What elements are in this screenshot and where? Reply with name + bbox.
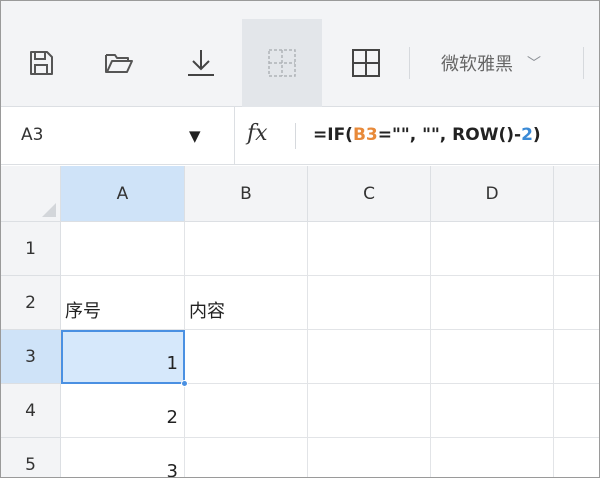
select-all-corner[interactable] xyxy=(1,166,61,222)
column-header-c[interactable]: C xyxy=(308,166,431,222)
all-borders-button[interactable] xyxy=(326,19,406,107)
border-all-icon xyxy=(352,49,380,77)
toolbar: 微软雅黑 ﹀ xyxy=(1,1,599,107)
cell-c1[interactable] xyxy=(308,222,431,276)
download-icon xyxy=(188,50,214,76)
row-header-5[interactable]: 5 xyxy=(1,438,61,477)
border-none-icon xyxy=(268,49,296,77)
cell-a2[interactable]: 序号 xyxy=(61,276,185,330)
formula-text: ) xyxy=(532,125,541,145)
chevron-down-icon: ﹀ xyxy=(527,56,541,72)
column-header-a[interactable]: A xyxy=(61,166,185,222)
formula-text: =IF( xyxy=(313,125,353,145)
open-button[interactable] xyxy=(79,19,159,107)
cell-a3[interactable]: 1 xyxy=(61,330,185,384)
cell-d4[interactable] xyxy=(431,384,554,438)
cell-c2[interactable] xyxy=(308,276,431,330)
formula-number: 2 xyxy=(521,125,533,145)
save-icon xyxy=(30,51,53,75)
cell-b1[interactable] xyxy=(185,222,308,276)
cell-reference: A3 xyxy=(21,125,44,145)
folder-open-icon xyxy=(105,54,133,73)
cell-b4[interactable] xyxy=(185,384,308,438)
font-family-select[interactable]: 微软雅黑 ﹀ xyxy=(425,19,581,107)
cell-e5[interactable] xyxy=(554,438,599,477)
cell-a1[interactable] xyxy=(61,222,185,276)
spreadsheet-window: 微软雅黑 ﹀ A3 ▼ fx =IF(B3="", "", ROW()-2) A… xyxy=(0,0,600,478)
toolbar-separator xyxy=(409,47,410,79)
cell-e2[interactable] xyxy=(554,276,599,330)
cell-c4[interactable] xyxy=(308,384,431,438)
cell-e1[interactable] xyxy=(554,222,599,276)
formula-cell-ref: B3 xyxy=(352,125,378,145)
font-family-value: 微软雅黑 xyxy=(441,54,513,75)
fill-handle[interactable] xyxy=(181,380,188,387)
download-button[interactable] xyxy=(161,19,241,107)
cell-e4[interactable] xyxy=(554,384,599,438)
cell-d5[interactable] xyxy=(431,438,554,477)
formula-separator xyxy=(295,123,296,149)
toolbar-separator xyxy=(583,47,584,79)
sheet-grid: A B C D 1 2 3 4 5 序号 内容 1 2 3 xyxy=(1,166,599,477)
fx-icon[interactable]: fx xyxy=(247,121,268,146)
column-header-e[interactable] xyxy=(554,166,599,222)
row-header-3[interactable]: 3 xyxy=(1,330,61,384)
cell-d3[interactable] xyxy=(431,330,554,384)
cell-d2[interactable] xyxy=(431,276,554,330)
formula-input[interactable]: =IF(B3="", "", ROW()-2) xyxy=(313,125,541,145)
name-box[interactable]: A3 ▼ xyxy=(1,107,235,165)
column-header-b[interactable]: B xyxy=(185,166,308,222)
cell-c5[interactable] xyxy=(308,438,431,477)
cell-c3[interactable] xyxy=(308,330,431,384)
cell-e3[interactable] xyxy=(554,330,599,384)
cell-a4[interactable]: 2 xyxy=(61,384,185,438)
row-header-2[interactable]: 2 xyxy=(1,276,61,330)
column-header-d[interactable]: D xyxy=(431,166,554,222)
save-button[interactable] xyxy=(1,19,81,107)
formula-bar: A3 ▼ fx =IF(B3="", "", ROW()-2) xyxy=(1,107,599,165)
formula-text: ="", "", ROW()- xyxy=(377,125,522,145)
cell-b5[interactable] xyxy=(185,438,308,477)
no-border-button[interactable] xyxy=(242,19,322,107)
row-header-4[interactable]: 4 xyxy=(1,384,61,438)
cell-d1[interactable] xyxy=(431,222,554,276)
cell-b2[interactable]: 内容 xyxy=(185,276,308,330)
cell-a5[interactable]: 3 xyxy=(61,438,185,477)
cell-b3[interactable] xyxy=(185,330,308,384)
caret-down-icon[interactable]: ▼ xyxy=(189,127,201,145)
row-header-1[interactable]: 1 xyxy=(1,222,61,276)
